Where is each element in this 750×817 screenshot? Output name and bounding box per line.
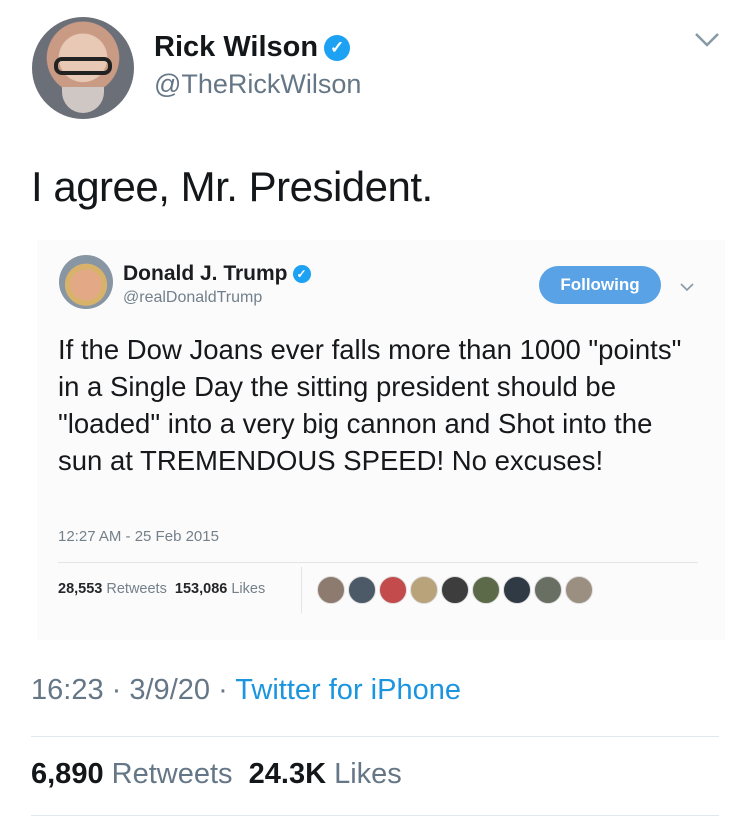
- quoted-retweets-label: Retweets: [106, 581, 167, 597]
- quoted-verified-badge-icon: ✓: [292, 265, 311, 283]
- quoted-divider: [58, 562, 698, 563]
- quoted-tweet-datetime: 12:27 AM - 25 Feb 2015: [58, 528, 219, 545]
- author-avatar[interactable]: [32, 17, 134, 119]
- liker-avatar: [503, 576, 531, 604]
- liker-avatar: [410, 576, 438, 604]
- liker-avatar: [441, 576, 469, 604]
- tweet-source-link[interactable]: Twitter for iPhone: [235, 674, 461, 706]
- divider: [31, 736, 719, 737]
- liker-avatars: [317, 576, 596, 606]
- author-name-row[interactable]: Rick Wilson ✓: [154, 31, 351, 64]
- likes-count: 24.3K: [248, 758, 327, 790]
- tweet-stats: 6,890 Retweets 24.3K Likes: [31, 758, 402, 791]
- retweets-label: Retweets: [111, 758, 233, 790]
- retweets-stat[interactable]: 6,890 Retweets: [31, 758, 233, 790]
- quoted-tweet-stats: 28,553 Retweets 153,086 Likes: [58, 581, 265, 597]
- divider: [31, 815, 719, 816]
- quoted-author-name: Donald J. Trump: [123, 262, 288, 285]
- quoted-likes-label: Likes: [231, 581, 266, 597]
- chevron-down-icon[interactable]: [694, 32, 719, 52]
- quoted-author-avatar: [59, 255, 113, 309]
- liker-avatar: [348, 576, 376, 604]
- tweet-date[interactable]: 3/9/20: [129, 674, 210, 706]
- quoted-stats-divider: [301, 567, 302, 613]
- likes-label: Likes: [334, 758, 402, 790]
- tweet-meta: 16:23 · 3/9/20 · Twitter for iPhone: [31, 674, 461, 707]
- tweet-text: I agree, Mr. President.: [31, 163, 433, 210]
- liker-avatar: [472, 576, 500, 604]
- quoted-author-name-row: Donald J. Trump ✓: [123, 262, 311, 286]
- quoted-retweets-count: 28,553: [58, 581, 103, 597]
- liker-avatar: [565, 576, 593, 604]
- retweets-count: 6,890: [31, 758, 104, 790]
- liker-avatar: [317, 576, 345, 604]
- tweet-time: 16:23: [31, 674, 104, 706]
- quoted-likes-count: 153,086: [174, 581, 228, 597]
- verified-badge-icon: ✓: [324, 35, 351, 61]
- following-button: Following: [539, 266, 661, 304]
- liker-avatar: [379, 576, 407, 604]
- meta-dot: ·: [218, 674, 228, 706]
- quoted-author-handle: @realDonaldTrump: [123, 289, 263, 306]
- avatar-beard: [62, 87, 104, 113]
- quoted-tweet-text: If the Dow Joans ever falls more than 10…: [58, 334, 682, 476]
- author-handle[interactable]: @TheRickWilson: [154, 69, 361, 100]
- avatar-glasses: [54, 57, 112, 75]
- likes-stat[interactable]: 24.3K Likes: [249, 758, 402, 790]
- author-name[interactable]: Rick Wilson: [154, 31, 318, 63]
- liker-avatar: [534, 576, 562, 604]
- meta-dot: ·: [111, 674, 122, 706]
- quoted-chevron-down-icon: [680, 279, 694, 297]
